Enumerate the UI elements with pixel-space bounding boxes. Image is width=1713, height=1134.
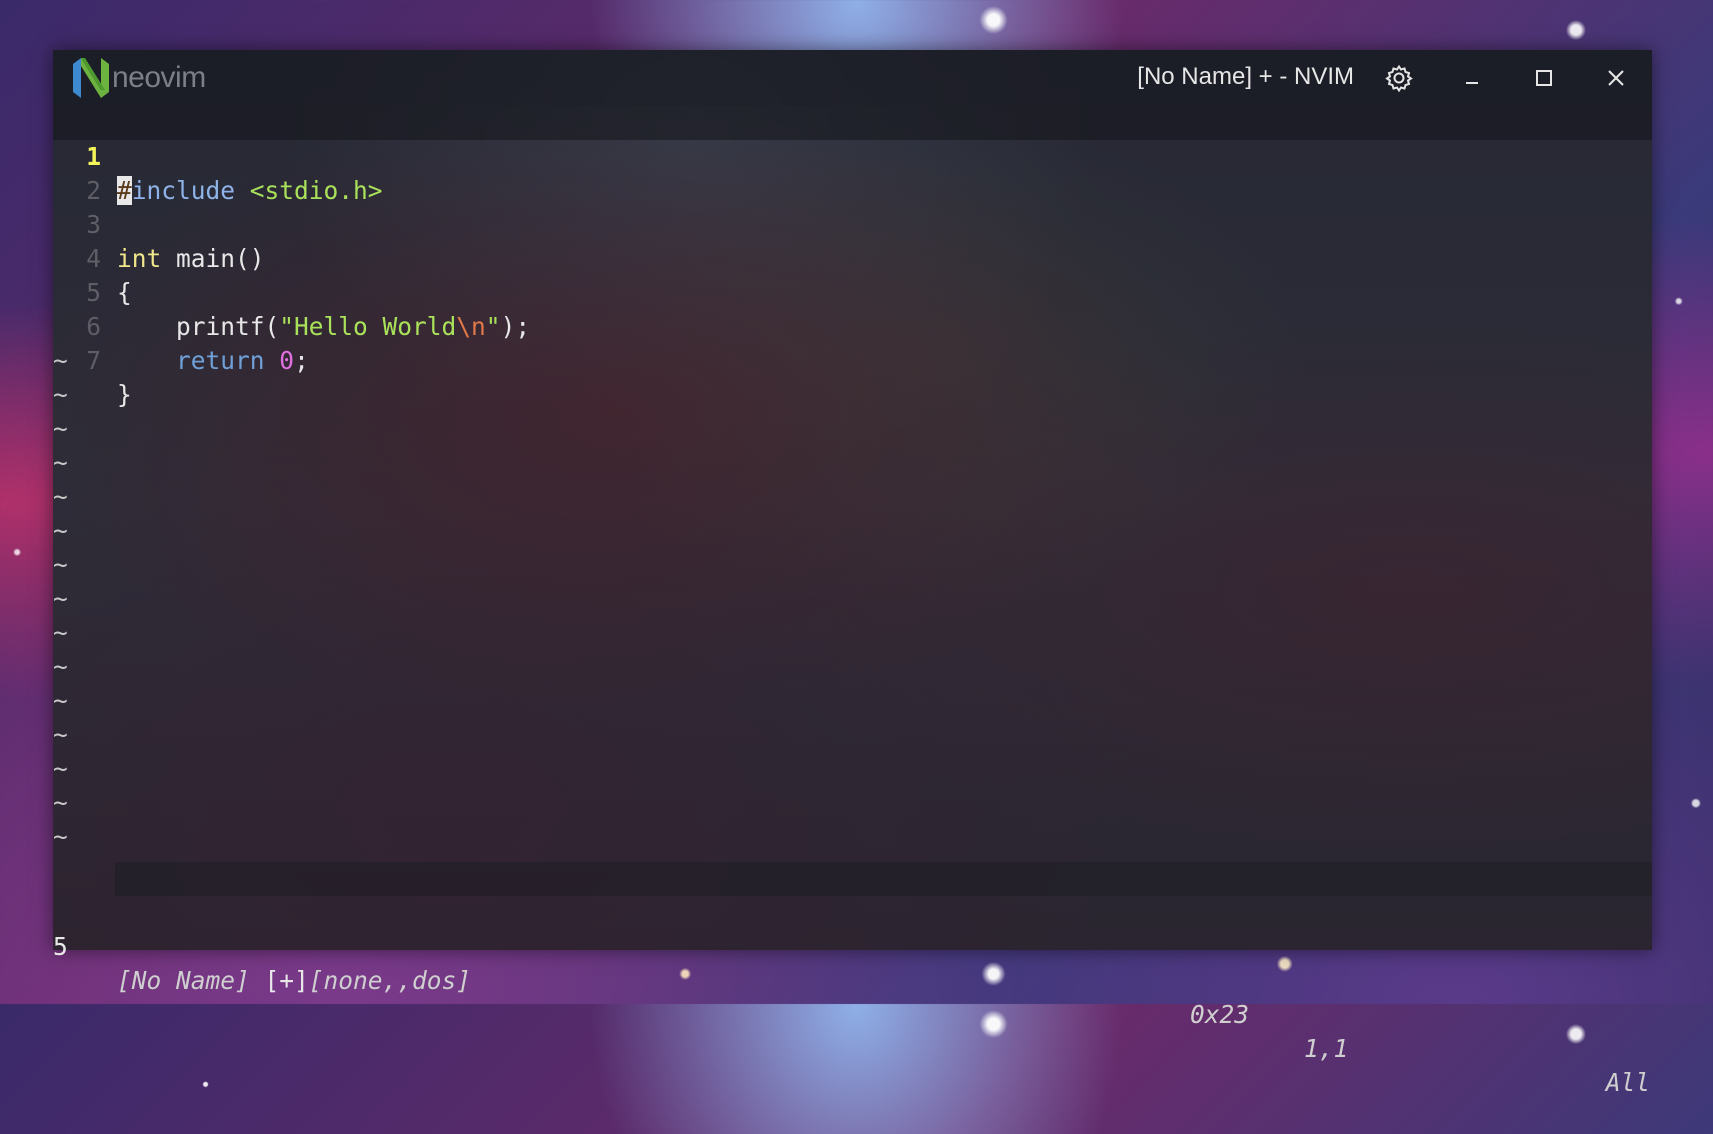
tilde-marker: ~ [53,482,68,511]
editor-buffer[interactable]: 1 #include <stdio.h> 2 3 int main() 4 { … [53,106,1652,854]
empty-line: ~ [53,514,1652,548]
statusline-file: [No Name] [117,966,250,995]
logo-text: neovim [112,61,206,94]
statusline-char-hex: 0x23 [1190,1000,1250,1029]
empty-line: ~ [53,684,1652,718]
empty-lines: ~ ~ ~ ~ ~ ~ ~ ~ ~ ~ ~ ~ ~ ~ ~ [53,344,1652,854]
statusline-modified-flag: [+] [249,966,309,995]
code-line[interactable]: 3 int main() [53,174,1652,273]
tilde-marker: ~ [53,584,68,613]
minimize-icon [1466,82,1478,84]
empty-line: ~ [53,786,1652,820]
maximize-icon [1536,70,1552,86]
code-line[interactable]: 4 { [53,208,1652,307]
tilde-marker: ~ [53,414,68,443]
statusline-scroll: All [1605,1068,1650,1097]
tilde-marker: ~ [53,822,68,851]
minimize-button[interactable] [1452,58,1492,98]
empty-line: ~ [53,650,1652,684]
code-line[interactable]: 5 printf("Hello World\n"); [53,242,1652,341]
tilde-marker: ~ [53,380,68,409]
empty-line: ~ [53,752,1652,786]
close-button[interactable] [1596,58,1636,98]
statusline: 5 [No Name] [+][none,,dos] 0x23 1,1 All [53,862,1652,1097]
empty-line: ~ [53,378,1652,412]
neovim-n-icon [73,58,109,98]
neovim-logo: neovim [71,56,206,100]
tilde-marker: ~ [53,652,68,681]
gear-icon [1385,64,1413,92]
tilde-marker: ~ [53,346,68,375]
settings-button[interactable] [1379,58,1419,98]
empty-line: ~ [53,480,1652,514]
code-line[interactable]: 2 [53,140,1652,205]
empty-line: ~ [53,616,1652,650]
code-line[interactable]: 7 } [53,310,1652,409]
tilde-marker: ~ [53,516,68,545]
window-title: [No Name] + - NVIM [1137,63,1354,90]
empty-line: ~ [53,412,1652,446]
tilde-marker: ~ [53,788,68,817]
empty-line: ~ [53,718,1652,752]
statusline-filename: [No Name] [+][none,,dos] [117,964,471,998]
tilde-marker: ~ [53,686,68,715]
code-line[interactable]: 6 return 0; [53,276,1652,375]
tilde-marker: ~ [53,754,68,783]
tilde-marker: ~ [53,720,68,749]
empty-line: ~ [53,446,1652,480]
nvim-window: neovim [No Name] + - NVIM 1 #include <st… [53,50,1652,1097]
tilde-marker: ~ [53,618,68,647]
statusline-fileinfo: [none,,dos] [308,966,472,995]
empty-line: ~ [53,582,1652,616]
command-line[interactable] [53,896,1652,950]
tilde-marker: ~ [53,550,68,579]
empty-line: ~ [53,548,1652,582]
empty-line: ~ [53,820,1652,854]
tilde-marker: ~ [53,448,68,477]
statusline-cursor-position: 1,1 [1304,1034,1349,1063]
empty-line: ~ [53,344,1652,378]
statusline-background [115,862,1652,896]
code-line[interactable]: 1 #include <stdio.h> [53,106,1652,205]
maximize-button[interactable] [1524,58,1564,98]
close-icon [1608,70,1624,86]
title-bar[interactable]: neovim [No Name] + - NVIM [53,50,1652,106]
